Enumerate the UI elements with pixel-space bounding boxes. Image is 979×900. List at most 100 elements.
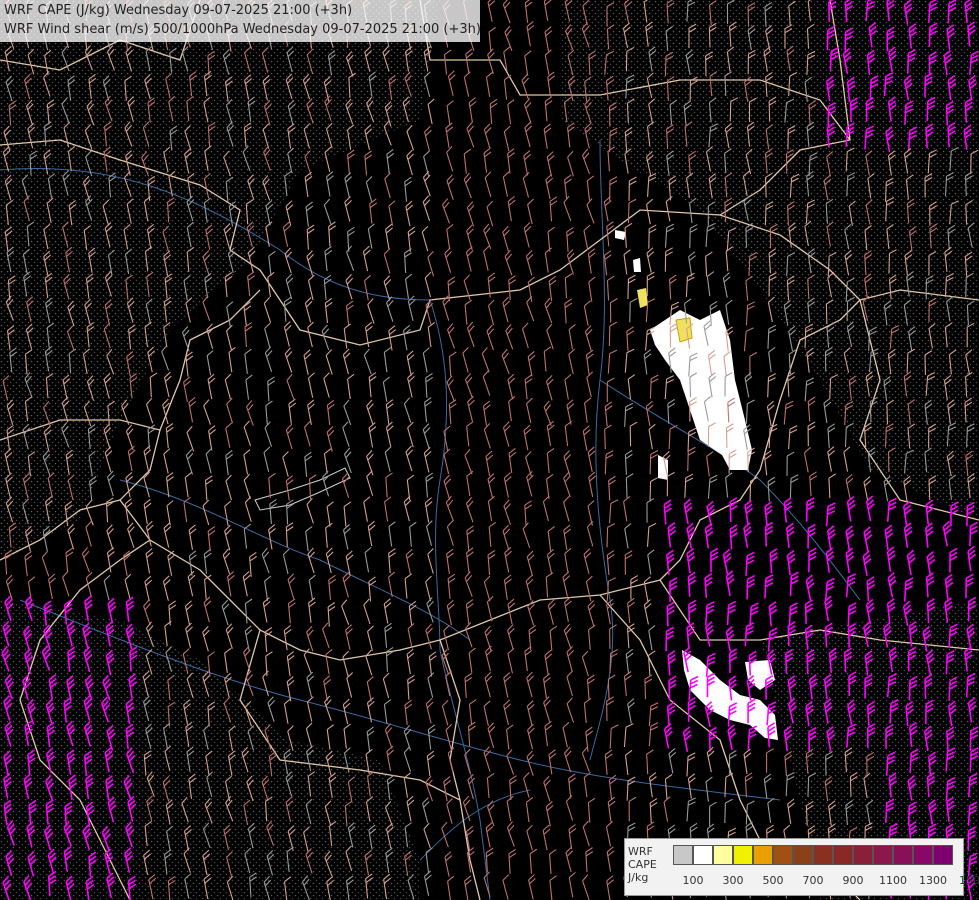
wind-barb (783, 400, 794, 425)
wind-barb (606, 696, 614, 722)
wind-barb (425, 847, 433, 873)
wind-barb (722, 272, 731, 298)
wind-barb (664, 223, 675, 248)
wind-barb (824, 595, 833, 622)
wind-barb (664, 247, 673, 272)
wind-barb (422, 195, 431, 221)
wind-barb (545, 375, 554, 401)
wind-barb (623, 723, 634, 748)
terrain-layer (0, 0, 979, 900)
wind-barb (383, 248, 391, 274)
wind-barb (285, 273, 294, 300)
wind-barb (606, 846, 615, 872)
wind-barb (524, 645, 533, 672)
wind-barb (163, 522, 172, 548)
wind-barb (787, 798, 795, 824)
wind-barb (807, 523, 816, 549)
wind-barb (724, 798, 733, 824)
wind-barb (706, 451, 714, 477)
wind-barb (764, 521, 774, 547)
wind-barb (446, 520, 454, 546)
wind-barb (745, 301, 756, 326)
legend-tick: 500 (762, 874, 784, 887)
wind-barb (323, 448, 332, 474)
wind-barb (689, 224, 698, 249)
wind-barb (444, 247, 452, 273)
wind-barb (663, 499, 672, 525)
wind-barb (969, 521, 978, 547)
wind-barb (683, 498, 693, 525)
wind-barb (524, 121, 533, 148)
wind-barb (382, 672, 390, 699)
wind-barb (609, 724, 619, 749)
wind-barb (127, 522, 135, 549)
wind-barb (448, 351, 457, 377)
wind-barb (543, 775, 551, 802)
wind-barb (307, 372, 315, 398)
wind-barb (826, 525, 836, 551)
wind-barb (623, 496, 631, 522)
wind-barb (503, 472, 512, 498)
wind-barb (582, 874, 590, 900)
wind-barb (568, 348, 576, 375)
legend-swatch (813, 845, 833, 865)
wind-barb (464, 571, 473, 597)
wind-barb (568, 871, 576, 898)
wind-barb (625, 473, 634, 498)
wind-barb (608, 321, 618, 347)
wind-barb (466, 121, 475, 148)
wind-barb (106, 524, 114, 550)
wind-barb (261, 547, 270, 574)
wind-barb (563, 496, 570, 522)
wind-barb (225, 474, 233, 501)
wind-barb (404, 273, 413, 299)
wind-barb (508, 447, 517, 474)
wind-barb (903, 522, 913, 548)
wind-barb (406, 795, 415, 822)
wind-barb (666, 601, 675, 627)
wind-barb (421, 225, 429, 252)
wind-barb (624, 348, 635, 373)
wind-barb (743, 327, 754, 352)
wind-barb (384, 622, 393, 648)
wind-barb (487, 550, 496, 576)
wind-barb (443, 474, 452, 501)
wind-barb (184, 600, 193, 626)
wind-barb (481, 347, 490, 373)
wind-barb (326, 426, 335, 452)
wind-barb (407, 372, 415, 398)
wind-barb (422, 347, 430, 373)
legend-field: CAPE (628, 858, 657, 871)
wind-barb (645, 198, 653, 225)
wind-barb (566, 399, 575, 425)
wind-barb (788, 425, 798, 450)
wind-barb (286, 373, 295, 400)
wind-barb (466, 470, 474, 497)
wind-barb (685, 272, 695, 297)
wind-barb (548, 749, 557, 775)
wind-barb (805, 574, 815, 601)
wind-barb (706, 746, 715, 773)
wind-barb (627, 597, 635, 624)
wind-barb (663, 796, 671, 822)
wind-barb (466, 547, 474, 573)
wind-barb (504, 249, 513, 276)
wind-barb (503, 74, 512, 100)
wind-barb (543, 123, 552, 149)
wind-barb (866, 576, 875, 602)
wind-barb (404, 176, 412, 202)
wind-barb (206, 323, 215, 349)
wind-barb (583, 548, 592, 574)
wind-barb (485, 450, 494, 477)
wind-barb (283, 321, 292, 347)
wind-barb (543, 696, 551, 722)
wind-barb (845, 547, 855, 574)
wind-barb (287, 598, 296, 624)
wind-barb (545, 572, 554, 598)
wind-barb (682, 726, 692, 752)
wind-barb (203, 596, 212, 623)
wind-barb (484, 171, 492, 198)
wind-barb (547, 71, 556, 97)
wind-barb (583, 772, 591, 798)
wind-barb (268, 524, 276, 550)
